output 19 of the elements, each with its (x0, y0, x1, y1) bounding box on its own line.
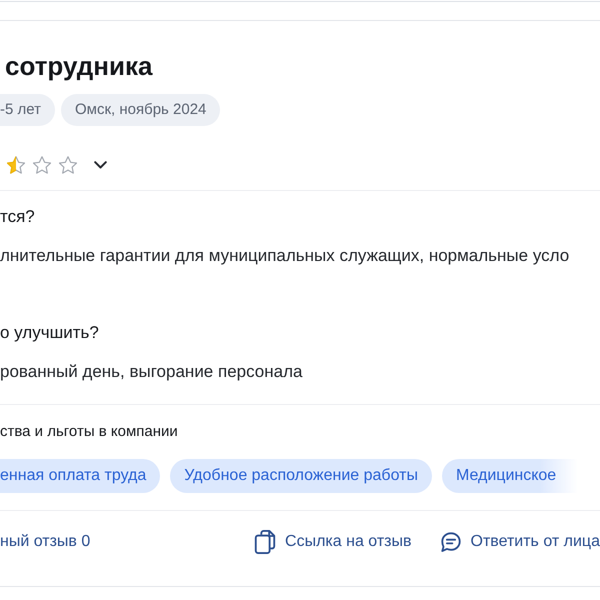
section-text: лнительные гарантии для муниципальных служащих, нормальные усло (0, 245, 570, 267)
benefit-tag: Удобное расположение работы (170, 459, 432, 493)
copy-icon (254, 530, 276, 554)
review-title: сотрудника (5, 51, 152, 81)
helpful-button[interactable]: ный отзыв 0 (0, 530, 90, 554)
chat-icon (440, 530, 462, 554)
star-icon (59, 156, 77, 174)
section-heading: о улучшить? (0, 322, 99, 344)
benefits-heading: ства и льготы в компании (0, 422, 178, 442)
star-icon (7, 156, 25, 174)
info-tag: Омск, ноябрь 2024 (60, 94, 220, 126)
benefit-tag: енная оплата труда (0, 459, 160, 493)
section-text: рованный день, выгорание персонала (0, 361, 302, 383)
section-heading: тся? (0, 206, 35, 228)
star-icon (33, 156, 51, 174)
info-tag: -5 лет (0, 94, 55, 126)
chevron-down-icon[interactable] (94, 161, 107, 169)
copy-link-button[interactable]: Ссылка на отзыв (254, 530, 412, 554)
reply-button[interactable]: Ответить от лица (440, 530, 600, 554)
